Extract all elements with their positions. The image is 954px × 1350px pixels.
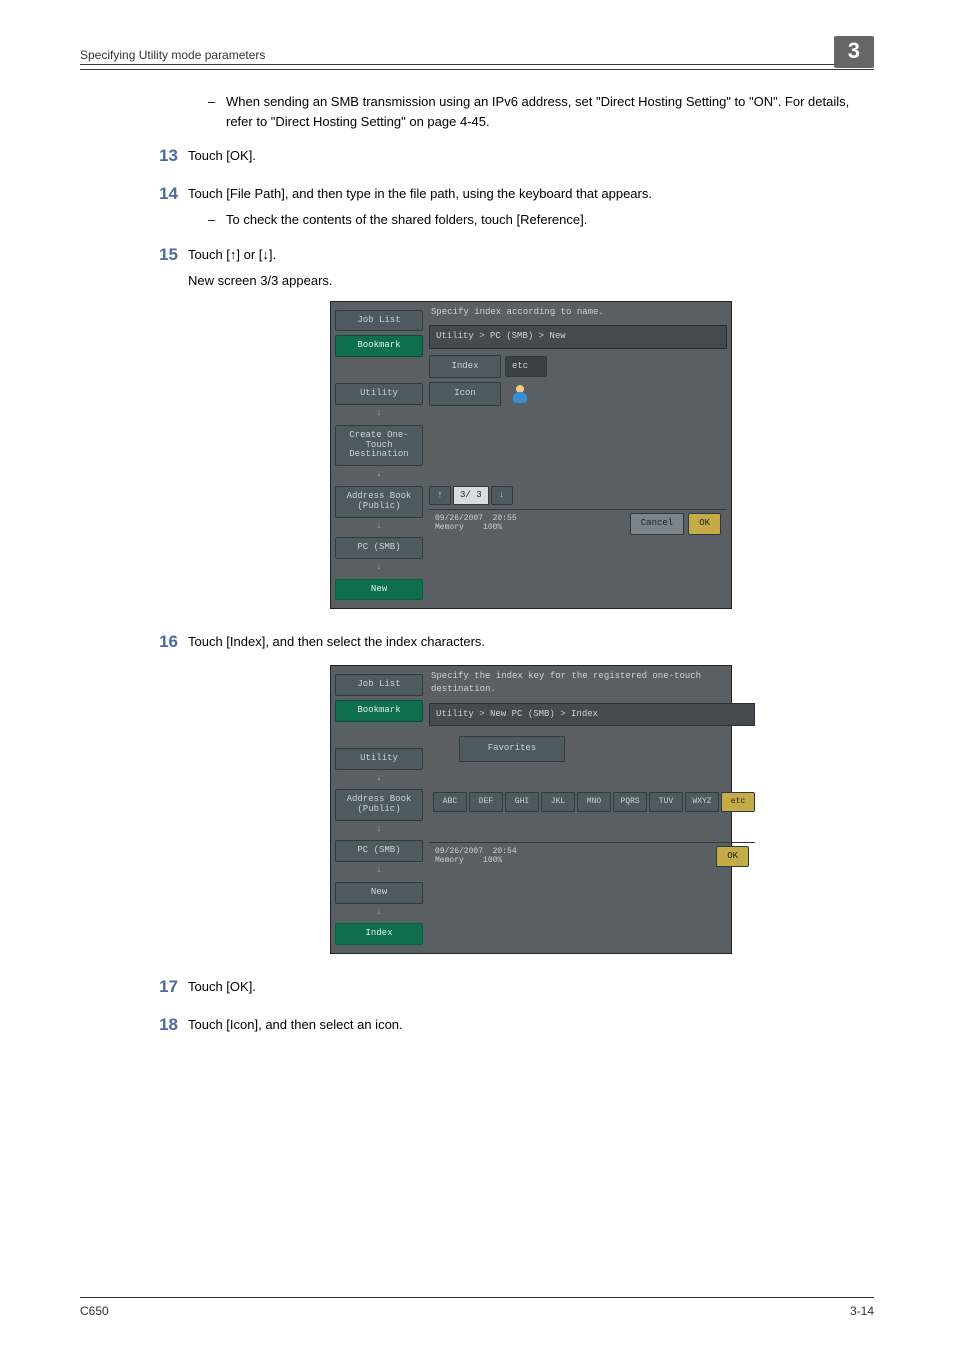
step-15-after: New screen 3/3 appears. bbox=[188, 271, 874, 291]
bookmark-button[interactable]: Bookmark bbox=[335, 700, 423, 722]
key-pqrs[interactable]: PQRS bbox=[613, 792, 647, 812]
job-list-button[interactable]: Job List bbox=[335, 674, 423, 696]
panel1-breadcrumb: Utility > PC (SMB) > New bbox=[429, 325, 727, 349]
address-book-button[interactable]: Address Book (Public) bbox=[335, 486, 423, 518]
key-wxyz[interactable]: WXYZ bbox=[685, 792, 719, 812]
index-value: etc bbox=[505, 356, 547, 378]
page-up-button[interactable]: ↑ bbox=[429, 486, 451, 506]
index-keys-row: ABC DEF GHI JKL MNO PQRS TUV WXYZ etc bbox=[433, 792, 755, 812]
arrow-down-icon: ↓ bbox=[333, 561, 425, 575]
footer-right: 3-14 bbox=[850, 1304, 874, 1318]
key-abc[interactable]: ABC bbox=[433, 792, 467, 812]
key-etc[interactable]: etc bbox=[721, 792, 755, 812]
index-nav-button[interactable]: Index bbox=[335, 923, 423, 945]
pc-smb-button[interactable]: PC (SMB) bbox=[335, 537, 423, 559]
page-header: Specifying Utility mode parameters 3 bbox=[80, 30, 874, 65]
device-screen-1: Job List Bookmark Utility ↓ Create One-T… bbox=[330, 301, 732, 610]
arrow-down-icon: ↓ bbox=[333, 823, 425, 837]
footer-left: C650 bbox=[80, 1304, 109, 1318]
step-text-17: Touch [OK]. bbox=[188, 974, 874, 1000]
step-text-13: Touch [OK]. bbox=[188, 143, 874, 169]
index-button[interactable]: Index bbox=[429, 355, 501, 379]
create-one-touch-button[interactable]: Create One-Touch Destination bbox=[335, 425, 423, 467]
ok-button[interactable]: OK bbox=[688, 513, 721, 535]
header-title: Specifying Utility mode parameters bbox=[80, 48, 265, 62]
new-button[interactable]: New bbox=[335, 579, 423, 601]
icon-button[interactable]: Icon bbox=[429, 382, 501, 406]
favorites-button[interactable]: Favorites bbox=[459, 736, 565, 762]
page-indicator: 3/ 3 bbox=[453, 486, 489, 506]
chapter-number: 3 bbox=[834, 36, 874, 68]
pc-smb-button[interactable]: PC (SMB) bbox=[335, 840, 423, 862]
key-tuv[interactable]: TUV bbox=[649, 792, 683, 812]
device-screen-2: Job List Bookmark Utility ↓ Address Book… bbox=[330, 665, 732, 954]
step-text-14: Touch [File Path], and then type in the … bbox=[188, 181, 874, 207]
arrow-down-icon: ↓ bbox=[333, 772, 425, 786]
key-def[interactable]: DEF bbox=[469, 792, 503, 812]
step-text-15: Touch [↑] or [↓]. bbox=[188, 242, 874, 268]
step-14-sub-text: To check the contents of the shared fold… bbox=[226, 210, 587, 230]
step-number-18: 18 bbox=[148, 1012, 188, 1038]
utility-button[interactable]: Utility bbox=[335, 748, 423, 770]
utility-button[interactable]: Utility bbox=[335, 383, 423, 405]
bookmark-button[interactable]: Bookmark bbox=[335, 335, 423, 357]
page-footer: C650 3-14 bbox=[80, 1297, 874, 1318]
panel1-message: Specify index according to name. bbox=[429, 304, 727, 326]
arrow-down-icon: ↓ bbox=[333, 468, 425, 482]
step-number-14: 14 bbox=[148, 181, 188, 207]
intro-text: When sending an SMB transmission using a… bbox=[226, 92, 874, 131]
key-jkl[interactable]: JKL bbox=[541, 792, 575, 812]
person-icon bbox=[509, 383, 531, 405]
status-info: 09/26/2007 20:54 Memory 100% bbox=[435, 848, 517, 866]
intro-bullet: – When sending an SMB transmission using… bbox=[208, 92, 874, 131]
job-list-button[interactable]: Job List bbox=[335, 310, 423, 332]
step-number-13: 13 bbox=[148, 143, 188, 169]
cancel-button[interactable]: Cancel bbox=[630, 513, 684, 535]
step-number-16: 16 bbox=[148, 629, 188, 655]
new-button[interactable]: New bbox=[335, 882, 423, 904]
status-info: 09/26/2007 20:55 Memory 100% bbox=[435, 515, 517, 533]
dash-icon: – bbox=[208, 92, 226, 131]
ok-button[interactable]: OK bbox=[716, 846, 749, 868]
arrow-down-icon: ↓ bbox=[333, 906, 425, 920]
address-book-button[interactable]: Address Book (Public) bbox=[335, 789, 423, 821]
page-down-button[interactable]: ↓ bbox=[491, 486, 513, 506]
panel2-message: Specify the index key for the registered… bbox=[429, 668, 755, 703]
key-ghi[interactable]: GHI bbox=[505, 792, 539, 812]
step-number-15: 15 bbox=[148, 242, 188, 268]
key-mno[interactable]: MNO bbox=[577, 792, 611, 812]
step-text-18: Touch [Icon], and then select an icon. bbox=[188, 1012, 874, 1038]
step-text-16: Touch [Index], and then select the index… bbox=[188, 629, 874, 655]
step-number-17: 17 bbox=[148, 974, 188, 1000]
dash-icon: – bbox=[208, 210, 226, 230]
arrow-down-icon: ↓ bbox=[333, 407, 425, 421]
panel2-breadcrumb: Utility > New PC (SMB) > Index bbox=[429, 703, 755, 727]
arrow-down-icon: ↓ bbox=[333, 864, 425, 878]
step-14-sub: – To check the contents of the shared fo… bbox=[208, 210, 874, 230]
arrow-down-icon: ↓ bbox=[333, 520, 425, 534]
